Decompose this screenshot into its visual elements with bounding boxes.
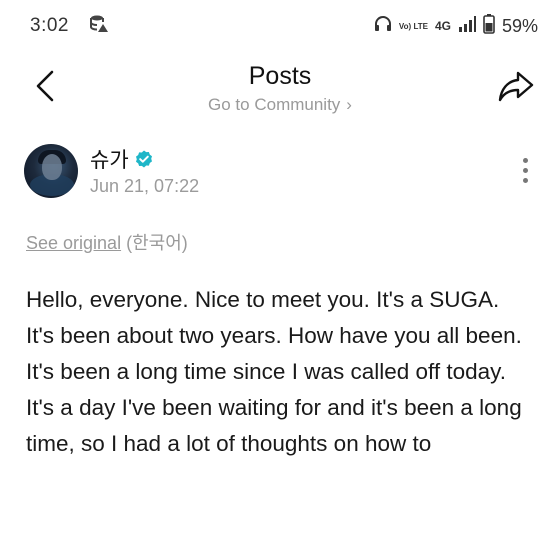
share-arrow-icon xyxy=(498,71,534,102)
more-vertical-icon xyxy=(522,158,528,163)
status-bar: 3:02 Vo) LTE 4G 59% xyxy=(0,0,560,52)
verified-badge-icon xyxy=(135,150,152,168)
signal-icon xyxy=(458,15,476,37)
post-timestamp: Jun 21, 07:22 xyxy=(90,176,200,196)
original-language: (한국어) xyxy=(126,233,188,253)
post-body: Hello, everyone. Nice to meet you. It's … xyxy=(26,282,536,462)
community-link-label: Go to Community xyxy=(208,95,341,114)
data-saver-icon xyxy=(89,14,109,39)
go-to-community-link[interactable]: Go to Community › xyxy=(208,95,352,115)
translation-note: See original (한국어) xyxy=(26,229,188,255)
post-line: Hello, everyone. Nice to meet you. It's … xyxy=(26,287,500,312)
network-type: 4G xyxy=(434,19,451,33)
top-navigation: Posts Go to Community › xyxy=(0,52,560,124)
battery-icon xyxy=(483,13,495,39)
headphones-icon xyxy=(374,15,392,38)
see-original-link[interactable]: See original xyxy=(26,233,121,253)
chevron-right-icon: › xyxy=(346,95,352,114)
post-line: It's been a long time since I was called… xyxy=(26,359,506,384)
volte-indicator: Vo) LTE xyxy=(398,21,428,31)
status-time: 3:02 xyxy=(30,15,69,36)
author-name: 슈가 xyxy=(90,149,129,172)
author-row: 슈가 Jun 21, 07:22 xyxy=(24,142,536,204)
post-line: It's been about two years. How have you … xyxy=(26,323,522,348)
author-name-row[interactable]: 슈가 xyxy=(90,144,153,174)
post-line: It's a day I've been waiting for and it'… xyxy=(26,395,522,456)
share-button[interactable] xyxy=(496,68,536,104)
page-title: Posts xyxy=(248,62,312,90)
more-options-button[interactable] xyxy=(518,158,532,188)
battery-percent: 59% xyxy=(501,15,538,36)
avatar[interactable] xyxy=(24,144,78,198)
